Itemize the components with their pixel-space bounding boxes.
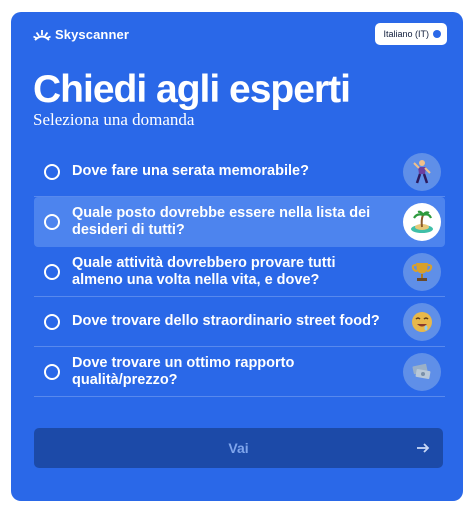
go-button-label: Vai: [228, 440, 249, 456]
sunburst-logo-icon: [33, 29, 51, 41]
page-title: Chiedi agli esperti: [33, 68, 351, 111]
language-selector[interactable]: Italiano (IT): [375, 23, 447, 45]
drooling-face-icon: [403, 302, 441, 341]
island-icon: [403, 202, 441, 241]
globe-icon: [433, 30, 441, 38]
radio-button[interactable]: [44, 163, 60, 180]
brand-name: Skyscanner: [55, 27, 129, 42]
skyscanner-logo: Skyscanner: [33, 27, 129, 42]
question-option[interactable]: Dove trovare un ottimo rapporto qualità/…: [34, 347, 445, 397]
question-label: Dove trovare dello straordinario street …: [72, 313, 380, 329]
question-option[interactable]: Dove fare una serata memorabile?: [34, 147, 445, 197]
question-label: Dove trovare un ottimo rapporto qualità/…: [72, 354, 295, 388]
radio-button[interactable]: [44, 363, 60, 380]
question-label: Dove fare una serata memorabile?: [72, 163, 309, 179]
radio-button[interactable]: [44, 213, 60, 230]
language-label: Italiano (IT): [383, 29, 429, 39]
question-option-selected[interactable]: Quale posto dovrebbe essere nella lista …: [34, 197, 445, 247]
money-icon: [403, 352, 441, 391]
radio-button[interactable]: [44, 263, 60, 280]
question-label: Quale attività dovrebbero provare tutti …: [72, 254, 336, 288]
arrow-right-icon: [417, 443, 430, 453]
go-button[interactable]: Vai: [34, 428, 443, 468]
question-list: Dove fare una serata memorabile? Quale p…: [34, 147, 445, 397]
question-option[interactable]: Dove trovare dello straordinario street …: [34, 297, 445, 347]
dancer-icon: [403, 152, 441, 191]
experts-card: Skyscanner Italiano (IT) Chiedi agli esp…: [11, 12, 463, 501]
radio-button[interactable]: [44, 313, 60, 330]
question-option[interactable]: Quale attività dovrebbero provare tutti …: [34, 247, 445, 297]
trophy-icon: [403, 252, 441, 291]
question-label: Quale posto dovrebbe essere nella lista …: [72, 204, 371, 238]
page-subtitle: Seleziona una domanda: [33, 110, 195, 129]
